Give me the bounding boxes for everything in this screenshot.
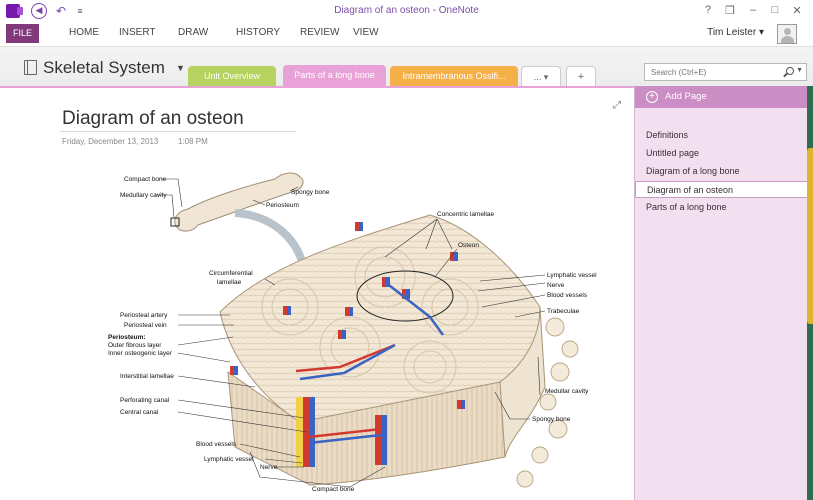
label-osteon: Osteon	[458, 242, 479, 249]
close-button[interactable]: ✕	[789, 4, 805, 17]
label-periosteal-artery: Periosteal artery	[120, 312, 168, 319]
label-blood-vessels-right: Blood vessels	[547, 292, 588, 299]
add-page-label: Add Page	[665, 91, 707, 102]
label-periosteum-group: Periosteum:	[108, 334, 146, 341]
osteon-diagram: Compact bone Medullary cavity Spongy bon…	[108, 172, 597, 493]
user-account-menu[interactable]: Tim Leister ▾	[707, 27, 764, 38]
title-bar: ◀ ↶ ≡ Diagram of an osteon - OneNote ? ❒…	[0, 0, 813, 22]
minimize-button[interactable]: –	[745, 4, 761, 16]
user-name: Tim Leister	[707, 27, 757, 38]
section-overflow-button[interactable]: ... ▾	[521, 66, 561, 87]
avatar[interactable]	[777, 24, 797, 44]
label-outer-fibrous-layer: Outer fibrous layer	[108, 342, 162, 349]
page-list-pane: + Add Page Definitions Untitled page Dia…	[634, 86, 808, 500]
ribbon-display-options-icon[interactable]: ❒	[722, 4, 738, 17]
label-nerve-right: Nerve	[547, 282, 565, 289]
tab-file[interactable]: FILE	[6, 24, 39, 43]
label-lamellae: lamellae	[217, 279, 242, 286]
ribbon-tab-bar: FILE HOME INSERT DRAW HISTORY REVIEW VIE…	[0, 22, 813, 46]
search-icon[interactable]	[786, 67, 794, 75]
tab-draw[interactable]: DRAW	[178, 27, 208, 38]
label-circumferential: Circumferential	[209, 270, 253, 277]
label-nerve-bottom: Nerve	[260, 464, 278, 471]
tab-insert[interactable]: INSERT	[119, 27, 156, 38]
section-tab-parts-of-a-long-bone[interactable]: Parts of a long bone	[283, 65, 386, 87]
page-canvas[interactable]: Diagram of an osteon Friday, December 13…	[0, 86, 634, 500]
search-box[interactable]: ▼	[644, 63, 807, 81]
label-blood-vessels-bottom: Blood vessels	[196, 441, 237, 448]
tab-history[interactable]: HISTORY	[236, 27, 280, 38]
search-scope-dropdown-icon[interactable]: ▼	[796, 67, 803, 74]
label-compact-bone-top: Compact bone	[124, 176, 167, 183]
notebook-dropdown-icon[interactable]: ▼	[176, 63, 185, 73]
search-input[interactable]	[651, 66, 771, 79]
page-title[interactable]: Diagram of an osteon	[62, 108, 244, 130]
tab-view[interactable]: VIEW	[353, 27, 379, 38]
label-concentric-lamellae: Concentric lamellae	[437, 211, 494, 218]
title-underline	[60, 131, 296, 132]
page-list-item-untitled-page[interactable]: Untitled page	[635, 145, 808, 162]
page-list-item-parts-of-a-long-bone[interactable]: Parts of a long bone	[635, 199, 808, 216]
label-compact-bone-bottom: Compact bone	[312, 486, 355, 493]
notebook-icon	[24, 60, 37, 75]
label-perforating-canal: Perforating canal	[120, 397, 170, 404]
label-medullary-cavity: Medullary cavity	[120, 192, 167, 199]
label-lymphatic-vessel-bottom: Lymphatic vessel	[204, 456, 254, 463]
add-section-button[interactable]: +	[566, 66, 596, 87]
page-list-item-diagram-of-an-osteon[interactable]: Diagram of an osteon	[635, 181, 808, 198]
bone-block	[219, 214, 579, 488]
label-spongy-bone-top: Spongy bone	[291, 189, 330, 196]
expand-page-icon[interactable]: ⤢	[613, 100, 621, 111]
tab-home[interactable]: HOME	[69, 27, 99, 38]
page-list-item-definitions[interactable]: Definitions	[635, 127, 808, 144]
notebook-bar: Skeletal System ▼ Unit Overview Parts of…	[0, 46, 813, 87]
add-page-icon: +	[646, 91, 658, 103]
label-trabeculae: Trabeculae	[547, 308, 580, 315]
label-lymphatic-vessel-right: Lymphatic vessel	[547, 272, 597, 279]
page-list-item-diagram-of-a-long-bone[interactable]: Diagram of a long bone	[635, 163, 808, 180]
maximize-button[interactable]: □	[767, 4, 783, 16]
help-button[interactable]: ?	[700, 4, 716, 16]
section-tab-intramembranous-ossification[interactable]: Intramembranous Ossifi...	[390, 66, 518, 87]
page-time: 1:08 PM	[178, 137, 208, 146]
window-title: Diagram of an osteon - OneNote	[334, 5, 479, 16]
label-inner-osteogenic-layer: Inner osteogenic layer	[108, 350, 173, 357]
label-central-canal: Central canal	[120, 409, 159, 416]
section-tab-unit-overview[interactable]: Unit Overview	[188, 66, 276, 87]
label-interstitial-lamellae: Interstitial lamellae	[120, 373, 174, 380]
page-date: Friday, December 13, 2013	[62, 137, 159, 146]
add-page-button[interactable]: + Add Page	[635, 86, 808, 108]
label-spongy-bone-right: Spongy bone	[532, 416, 571, 423]
tab-review[interactable]: REVIEW	[300, 27, 339, 38]
window-edge-background	[807, 86, 813, 500]
label-periosteum: Periosteum	[266, 202, 299, 209]
label-periosteal-vein: Periosteal vein	[124, 322, 167, 329]
label-medullar-cavity: Medullar cavity	[545, 388, 589, 395]
notebook-name[interactable]: Skeletal System	[43, 58, 165, 78]
